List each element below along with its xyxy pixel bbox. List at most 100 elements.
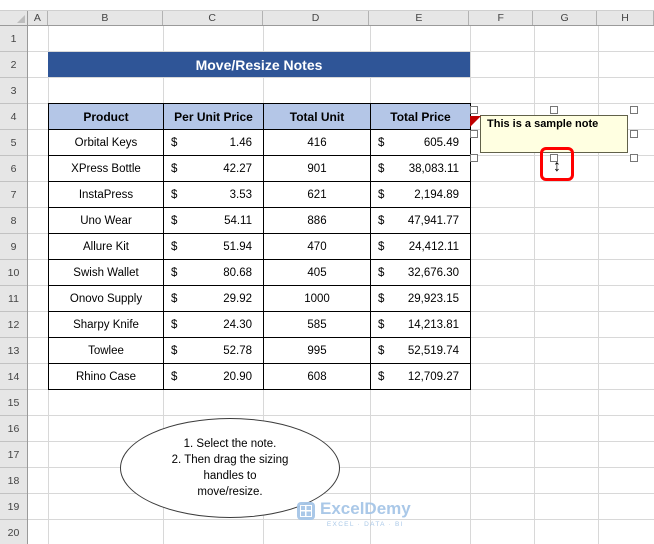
cell-total-price[interactable]: $12,709.27 [370,363,471,390]
cell-total-price[interactable]: $47,941.77 [370,207,471,234]
cell-per-unit-price[interactable]: $52.78 [163,337,264,364]
cell-total-price[interactable]: $605.49 [370,129,471,156]
cell-total-unit[interactable]: 995 [263,337,371,364]
cell-product[interactable]: Allure Kit [48,233,164,260]
column-header-C[interactable]: C [163,11,263,25]
cell-total-unit[interactable]: 608 [263,363,371,390]
column-header-E[interactable]: E [369,11,470,25]
cell-total-unit[interactable]: 621 [263,181,371,208]
resize-handle[interactable] [470,106,478,114]
col-header-total-unit[interactable]: Total Unit [263,103,371,130]
cell-total-unit[interactable]: 416 [263,129,371,156]
money-cell: $52.78 [164,345,263,357]
cell-total-unit[interactable]: 901 [263,155,371,182]
column-header-A[interactable]: A [28,11,48,25]
cell-total-price[interactable]: $38,083.11 [370,155,471,182]
money-cell: $24,412.11 [371,241,470,253]
row-header-13[interactable]: 13 [0,338,27,364]
row-header-2[interactable]: 2 [0,52,27,78]
select-all-button[interactable] [0,11,28,25]
resize-handle[interactable] [470,130,478,138]
row-header-6[interactable]: 6 [0,156,27,182]
money-cell: $20.90 [164,371,263,383]
cell-per-unit-price[interactable]: $20.90 [163,363,264,390]
cell-total-price[interactable]: $52,519.74 [370,337,471,364]
column-header-H[interactable]: H [597,11,654,25]
resize-handle[interactable] [630,130,638,138]
cell-per-unit-price[interactable]: $51.94 [163,233,264,260]
cell-per-unit-price[interactable]: $54.11 [163,207,264,234]
row-header-14[interactable]: 14 [0,364,27,390]
cell-total-unit[interactable]: 470 [263,233,371,260]
cell-total-price[interactable]: $2,194.89 [370,181,471,208]
resize-handle[interactable] [550,106,558,114]
cell-total-price[interactable]: $14,213.81 [370,311,471,338]
cell-per-unit-price[interactable]: $24.30 [163,311,264,338]
cell-per-unit-price[interactable]: $1.46 [163,129,264,156]
cell-product[interactable]: Sharpy Knife [48,311,164,338]
row-header-19[interactable]: 19 [0,494,27,520]
price-value: 1.46 [229,136,252,149]
price-value: 2,194.89 [414,188,459,201]
row-header-11[interactable]: 11 [0,286,27,312]
currency-symbol: $ [171,162,178,175]
row-header-5[interactable]: 5 [0,130,27,156]
cell-per-unit-price[interactable]: $80.68 [163,259,264,286]
cell-total-unit[interactable]: 886 [263,207,371,234]
cell-product[interactable]: Swish Wallet [48,259,164,286]
money-cell: $29.92 [164,293,263,305]
price-value: 29.92 [223,292,252,305]
currency-symbol: $ [378,214,385,227]
row-header-3[interactable]: 3 [0,78,27,104]
resize-handle[interactable] [470,154,478,162]
currency-symbol: $ [378,162,385,175]
row-header-18[interactable]: 18 [0,468,27,494]
cell-product[interactable]: InstaPress [48,181,164,208]
currency-symbol: $ [378,136,385,149]
row-header-17[interactable]: 17 [0,442,27,468]
row-header-15[interactable]: 15 [0,390,27,416]
cell-total-unit[interactable]: 1000 [263,285,371,312]
cell-total-price[interactable]: $24,412.11 [370,233,471,260]
row-header-16[interactable]: 16 [0,416,27,442]
row-header-9[interactable]: 9 [0,234,27,260]
col-header-total-price[interactable]: Total Price [370,103,471,130]
cell-product[interactable]: Orbital Keys [48,129,164,156]
cell-product[interactable]: Rhino Case [48,363,164,390]
currency-symbol: $ [378,240,385,253]
money-cell: $2,194.89 [371,189,470,201]
currency-symbol: $ [171,266,178,279]
cell-total-unit[interactable]: 405 [263,259,371,286]
column-header-F[interactable]: F [469,11,534,25]
cell-per-unit-price[interactable]: $42.27 [163,155,264,182]
row-header-1[interactable]: 1 [0,26,27,52]
cell-product[interactable]: XPress Bottle [48,155,164,182]
col-header-product[interactable]: Product [48,103,164,130]
row-header-20[interactable]: 20 [0,520,27,544]
column-header-D[interactable]: D [263,11,370,25]
resize-handle[interactable] [630,154,638,162]
row-header-12[interactable]: 12 [0,312,27,338]
watermark-name: ExcelDemy [320,499,411,518]
cell-product[interactable]: Towlee [48,337,164,364]
column-header-G[interactable]: G [533,11,598,25]
cell-total-price[interactable]: $32,676.30 [370,259,471,286]
row-header-8[interactable]: 8 [0,208,27,234]
select-all-triangle-icon [16,15,25,23]
row-header-10[interactable]: 10 [0,260,27,286]
cell-per-unit-price[interactable]: $29.92 [163,285,264,312]
money-cell: $3.53 [164,189,263,201]
row-header-7[interactable]: 7 [0,182,27,208]
title-banner[interactable]: Move/Resize Notes [48,52,470,77]
column-header-B[interactable]: B [48,11,163,25]
cell-total-price[interactable]: $29,923.15 [370,285,471,312]
cell-total-unit[interactable]: 585 [263,311,371,338]
col-header-per-unit-price[interactable]: Per Unit Price [163,103,264,130]
currency-symbol: $ [378,188,385,201]
cell-per-unit-price[interactable]: $3.53 [163,181,264,208]
resize-cursor-highlight: ↕ [540,147,574,181]
resize-handle[interactable] [630,106,638,114]
cell-product[interactable]: Onovo Supply [48,285,164,312]
row-header-4[interactable]: 4 [0,104,27,130]
cell-product[interactable]: Uno Wear [48,207,164,234]
